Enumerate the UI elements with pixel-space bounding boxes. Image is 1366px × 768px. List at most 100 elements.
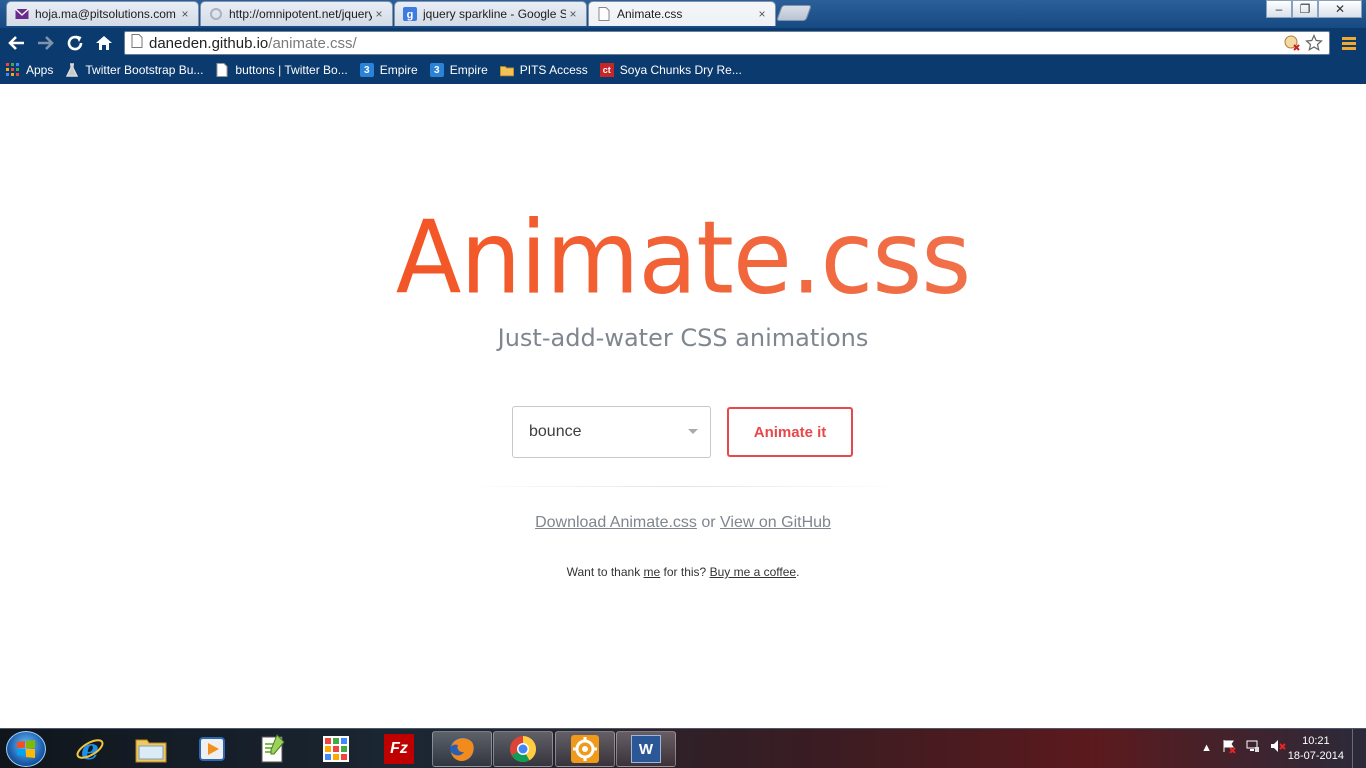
thanks-prefix: Want to thank — [566, 565, 644, 579]
windows-taskbar: e Fz W ▲ 10:21 18-07-2014 — [0, 728, 1366, 768]
restore-button[interactable]: ❐ — [1292, 0, 1318, 18]
network-icon[interactable] — [1246, 739, 1260, 756]
bookmark-label: Apps — [26, 63, 54, 77]
tab-label: hoja.ma@pitsolutions.com — [35, 7, 176, 21]
minimize-button[interactable]: – — [1266, 0, 1292, 18]
thanks-suffix: . — [796, 565, 800, 579]
svg-text:g: g — [407, 9, 414, 21]
close-icon[interactable]: × — [755, 7, 769, 21]
mail-icon — [15, 7, 29, 21]
bookmarks-bar: Apps Twitter Bootstrap Bu... buttons | T… — [0, 58, 1366, 82]
bookmark-soya-chunks[interactable]: ct Soya Chunks Dry Re... — [599, 63, 742, 77]
bookmark-apps[interactable]: Apps — [6, 63, 53, 77]
address-host: daneden.github.io — [149, 34, 269, 52]
tab-label: http://omnipotent.net/jquery — [229, 7, 372, 21]
volume-muted-icon[interactable] — [1270, 739, 1286, 756]
chrome-icon[interactable] — [493, 731, 553, 767]
tab-label: jquery sparkline - Google Search — [423, 7, 566, 21]
system-tray: ▲ — [1201, 739, 1286, 756]
author-link[interactable]: me — [644, 565, 661, 579]
menu-button[interactable] — [1338, 32, 1360, 54]
apps-grid-icon[interactable] — [306, 731, 366, 767]
word-icon[interactable]: W — [616, 731, 676, 767]
tab-email[interactable]: hoja.ma@pitsolutions.com × — [6, 1, 199, 26]
bookmark-label: Empire — [449, 63, 488, 77]
settings-gear-icon[interactable] — [555, 731, 615, 767]
download-link[interactable]: Download Animate.css — [535, 514, 697, 531]
thanks-line: Want to thank me for this? Buy me a coff… — [0, 565, 1366, 579]
page-content: Animate.css Just-add-water CSS animation… — [0, 84, 1366, 728]
page-icon — [597, 7, 611, 21]
bookmark-label: Empire — [379, 63, 418, 77]
reload-button[interactable] — [64, 32, 86, 54]
bookmark-star-icon[interactable] — [1305, 34, 1323, 56]
loading-icon — [209, 7, 223, 21]
download-links: Download Animate.css or View on GitHub — [0, 514, 1366, 532]
windows-logo-icon — [17, 740, 35, 758]
close-icon[interactable]: × — [372, 7, 386, 21]
or-text: or — [696, 514, 721, 531]
buy-coffee-link[interactable]: Buy me a coffee — [710, 565, 797, 579]
blocked-content-icon[interactable] — [1283, 34, 1301, 56]
arrow-right-icon — [38, 36, 54, 50]
empire-icon: 3 — [359, 63, 374, 77]
close-icon[interactable]: × — [178, 7, 192, 21]
bookmark-label: Twitter Bootstrap Bu... — [85, 63, 204, 77]
address-bar[interactable]: daneden.github.io/animate.css/ — [124, 31, 1330, 55]
clock-time: 10:21 — [1302, 735, 1330, 747]
animation-select-value: bounce — [529, 423, 582, 440]
window-controls: – ❐ ✕ — [1266, 0, 1362, 18]
chevron-down-icon — [688, 429, 698, 434]
show-desktop-button[interactable] — [1352, 729, 1366, 768]
animate-it-button[interactable]: Animate it — [727, 407, 853, 457]
tray-expand-icon[interactable]: ▲ — [1201, 742, 1212, 754]
page-title: Animate.css — [0, 199, 1366, 317]
svg-text:e: e — [81, 734, 99, 764]
forward-button[interactable] — [34, 32, 56, 54]
action-center-icon[interactable] — [1222, 739, 1236, 756]
hamburger-menu-icon — [1342, 37, 1356, 50]
back-button[interactable] — [6, 32, 28, 54]
firefox-icon[interactable] — [432, 731, 492, 767]
bookmark-pits-access[interactable]: PITS Access — [499, 63, 588, 77]
flask-icon — [65, 63, 79, 77]
bookmark-twitter-bootstrap[interactable]: Twitter Bootstrap Bu... — [65, 63, 203, 77]
system-clock[interactable]: 10:21 18-07-2014 — [1288, 734, 1344, 764]
divider — [463, 486, 903, 487]
new-tab-button[interactable] — [776, 5, 812, 21]
clock-date: 18-07-2014 — [1287, 750, 1344, 762]
bookmark-empire-2[interactable]: 3 Empire — [429, 63, 488, 77]
home-icon — [96, 36, 112, 50]
bookmark-label: PITS Access — [519, 63, 588, 77]
animation-select[interactable]: bounce — [512, 406, 711, 458]
bookmark-buttons[interactable]: buttons | Twitter Bo... — [215, 63, 348, 77]
browser-chrome: hoja.ma@pitsolutions.com × http://omnipo… — [0, 0, 1366, 84]
tab-label: Animate.css — [617, 7, 683, 21]
page-icon — [215, 63, 229, 77]
notepad-plus-icon[interactable] — [243, 731, 303, 767]
apps-grid-icon — [6, 63, 20, 77]
ct-icon: ct — [599, 63, 614, 77]
media-player-icon[interactable] — [182, 731, 242, 767]
reload-icon — [67, 35, 83, 51]
bookmark-empire-1[interactable]: 3 Empire — [359, 63, 418, 77]
close-window-button[interactable]: ✕ — [1318, 0, 1362, 18]
tab-google-search[interactable]: g jquery sparkline - Google Search × — [394, 1, 587, 26]
empire-icon: 3 — [429, 63, 444, 77]
address-path: /animate.css/ — [268, 34, 357, 52]
close-icon[interactable]: × — [566, 7, 580, 21]
tab-animate-css[interactable]: Animate.css × — [588, 1, 776, 26]
browser-toolbar: daneden.github.io/animate.css/ — [0, 28, 1366, 58]
page-icon — [131, 34, 143, 52]
bookmark-label: buttons | Twitter Bo... — [235, 63, 348, 77]
filezilla-icon[interactable]: Fz — [369, 731, 429, 767]
arrow-left-icon — [8, 36, 24, 50]
home-button[interactable] — [93, 32, 115, 54]
google-icon: g — [403, 7, 417, 21]
thanks-middle: for this? — [660, 565, 710, 579]
file-explorer-icon[interactable] — [121, 731, 181, 767]
github-link[interactable]: View on GitHub — [720, 514, 831, 531]
start-button[interactable] — [6, 731, 46, 767]
tab-omnipotent[interactable]: http://omnipotent.net/jquery × — [200, 1, 393, 26]
internet-explorer-icon[interactable]: e — [60, 731, 120, 767]
